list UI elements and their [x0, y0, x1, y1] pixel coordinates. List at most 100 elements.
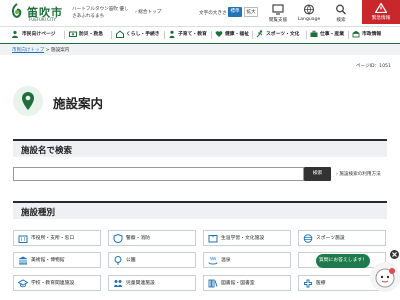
map-pin-icon	[22, 92, 34, 110]
general-top-link-label: 総合トップ	[138, 10, 162, 15]
search-label: 検索	[336, 18, 346, 23]
category-label: 学校・教育関連施設	[31, 281, 75, 286]
category-library[interactable]: 図書館・図書室	[203, 275, 291, 291]
category-label: スポーツ施設	[316, 236, 345, 241]
category-label: 温泉	[221, 258, 231, 263]
nav-work-label: 仕事・産業	[320, 32, 344, 37]
nav-living[interactable]: くらし・手続き	[116, 27, 160, 43]
nav-living-label: くらし・手続き	[126, 32, 160, 37]
nav-health-label: 健康・福祉	[225, 32, 249, 37]
nav-sports[interactable]: スポーツ・文化	[256, 27, 299, 43]
category-label: 公園	[126, 258, 136, 263]
school-icon	[18, 279, 28, 288]
search-section-heading: 施設名で検索	[13, 139, 387, 157]
title-icon-circle	[13, 86, 43, 116]
briefcase-icon	[310, 30, 318, 37]
category-section-heading: 施設種別	[13, 201, 387, 219]
medical-cross-icon	[304, 279, 312, 288]
breadcrumb: 市民向けトップ > 施設案内	[12, 47, 69, 53]
breadcrumb-separator: >	[45, 48, 50, 53]
category-school[interactable]: 学校・教育関連施設	[13, 275, 101, 291]
nav-work[interactable]: 仕事・産業	[310, 27, 344, 43]
category-police-fire[interactable]: 警察・消防	[108, 230, 196, 246]
globe-icon	[303, 4, 315, 15]
police-icon	[113, 234, 123, 243]
search-help-link[interactable]: › 施設検索の利用方法	[336, 171, 381, 177]
people-icon	[12, 30, 18, 38]
category-park[interactable]: 公園	[108, 252, 196, 268]
reading-support-button[interactable]: 閲覧支援	[264, 4, 292, 23]
nav-health[interactable]: 健康・福祉	[215, 27, 249, 43]
page-title: 施設案内	[53, 96, 104, 111]
general-top-link[interactable]: › 総合トップ	[135, 9, 161, 15]
chatbot-bubble[interactable]: 質問にお答えします！	[316, 254, 370, 268]
heart-icon	[215, 30, 223, 37]
language-label: Language	[297, 17, 321, 22]
nav-citizens-label: 市民向けページ	[22, 32, 56, 37]
hot-spring-icon	[208, 256, 218, 265]
page-id: ページID：1051	[356, 64, 391, 69]
facility-search-input[interactable]	[13, 167, 304, 181]
city-name-sub: FUEFUKI CITY	[29, 17, 56, 22]
nav-sports-label: スポーツ・文化	[266, 32, 300, 37]
ball-icon	[303, 234, 313, 243]
catchphrase: ハートフルタウン笛吹 優しさあふれるまち	[72, 7, 129, 19]
language-button[interactable]: Language	[295, 4, 323, 22]
category-label: 医療	[316, 281, 326, 286]
building-icon	[18, 235, 28, 243]
nav-divider	[164, 31, 165, 39]
category-label: 生涯学習・文化施設	[221, 236, 265, 241]
category-lifelong-learning[interactable]: 生涯学習・文化施設	[203, 230, 291, 246]
nav-divider	[111, 31, 112, 39]
disaster-info-label: 緊急情報	[371, 16, 391, 21]
runner-icon	[256, 29, 263, 37]
search-section-heading-text: 施設名で検索	[21, 146, 73, 156]
font-size-label: 文字の大きさ	[199, 11, 227, 16]
nav-divider	[348, 31, 349, 39]
search-button-header[interactable]: 検索	[327, 4, 355, 23]
nav-disaster[interactable]: 防災・救急	[69, 27, 103, 43]
font-large-button[interactable]: 拡大	[244, 7, 258, 17]
category-label: 児童関連施設	[126, 281, 155, 286]
mascot-icon	[375, 268, 395, 288]
nav-city-info-label: 市政情報	[362, 32, 382, 37]
nav-citizens[interactable]: 市民向けページ	[12, 27, 55, 43]
alert-icon	[375, 3, 387, 13]
category-city-hall[interactable]: 市役所・支所・窓口	[13, 230, 101, 246]
facility-search-button[interactable]: 検索	[304, 167, 331, 181]
child-icon	[169, 30, 175, 38]
category-label: 市役所・支所・窓口	[31, 236, 75, 241]
category-label: 美術館・博物館	[31, 258, 65, 263]
breadcrumb-home-link[interactable]: 市民向けトップ	[12, 48, 44, 53]
search-help-label: 施設検索の利用方法	[339, 172, 381, 177]
house-icon	[116, 29, 124, 38]
nav-childcare-label: 子育て・教育	[178, 32, 207, 37]
tree-icon	[114, 256, 122, 265]
chatbot-mascot-avatar[interactable]	[370, 262, 400, 292]
nav-childcare[interactable]: 子育て・教育	[168, 27, 207, 43]
nav-divider	[64, 31, 65, 39]
font-standard-button[interactable]: 標準	[228, 7, 242, 17]
nav-divider	[306, 31, 307, 39]
category-hot-spring[interactable]: 温泉	[203, 252, 291, 268]
library-icon	[208, 279, 218, 288]
nav-city-info[interactable]: 市政情報	[352, 27, 381, 43]
category-children[interactable]: 児童関連施設	[108, 275, 196, 291]
category-label: 図書館・図書室	[221, 281, 255, 286]
nav-divider	[211, 31, 212, 39]
category-museum[interactable]: 美術館・博物館	[13, 252, 101, 268]
chatbot-close-button[interactable]	[390, 250, 399, 259]
category-sports[interactable]: スポーツ施設	[298, 230, 386, 246]
category-label: 警察・消防	[126, 236, 150, 241]
reading-support-icon	[272, 4, 284, 15]
breadcrumb-current: 施設案内	[50, 48, 70, 53]
nav-disaster-label: 防災・救急	[79, 32, 103, 37]
city-logo-icon[interactable]	[10, 3, 24, 19]
disaster-info-button[interactable]: 緊急情報	[362, 0, 400, 24]
ambulance-icon	[69, 31, 77, 37]
book-icon	[208, 235, 218, 243]
museum-icon	[18, 256, 28, 265]
children-icon	[114, 280, 122, 287]
close-icon	[392, 252, 397, 257]
city-hall-icon	[352, 30, 360, 37]
